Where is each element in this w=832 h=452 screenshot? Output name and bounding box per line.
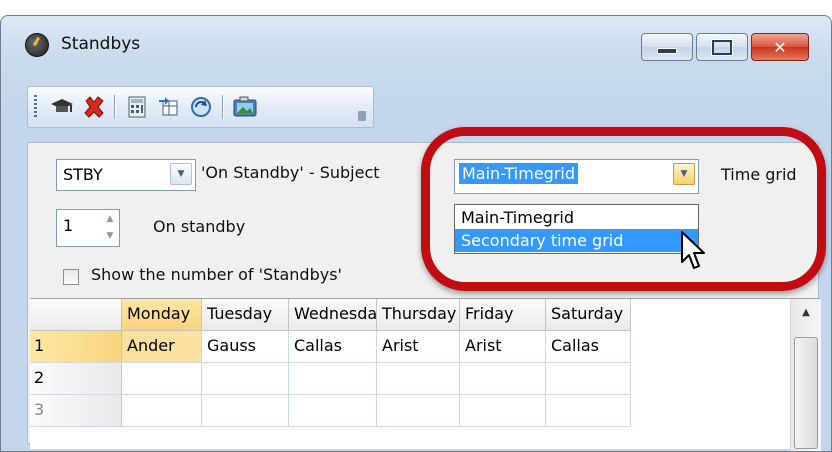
timegrid-combo[interactable]: Main-Timegrid ▼ [454,159,699,194]
timegrid-value: Main-Timegrid [459,163,578,184]
grid-cell[interactable]: Ander [122,331,202,363]
chevron-down-icon[interactable]: ▼ [673,163,695,185]
grid-cell[interactable]: Gauss [202,331,289,363]
column-header[interactable]: Friday [460,299,546,331]
column-header[interactable]: Tuesday [202,299,289,331]
graduation-cap-icon[interactable] [48,93,76,121]
grid-cell[interactable] [546,363,631,395]
calculator-icon[interactable] [123,93,151,121]
grid-cell[interactable] [546,395,631,427]
close-button[interactable]: ✕ [751,33,809,61]
refresh-icon[interactable] [187,93,215,121]
show-count-label: Show the number of 'Standbys' [91,265,342,284]
grid-cell[interactable] [202,363,289,395]
timegrid-dropdown-list: Main-Timegrid Secondary time grid [454,204,699,254]
column-header[interactable]: Monday [122,299,202,331]
grid-cell[interactable]: Arist [460,331,546,363]
grid-cell[interactable]: Arist [377,331,460,363]
chevron-down-icon[interactable]: ▼ [170,163,192,185]
grid-corner [30,299,122,331]
on-standby-label: On standby [153,217,246,236]
show-count-checkbox[interactable] [63,269,79,285]
spin-up-icon[interactable]: ▲ [102,211,118,227]
image-icon[interactable] [231,93,259,121]
column-header[interactable]: Wednesday [289,299,377,331]
toolbar-separator [114,95,116,119]
grid-cell[interactable] [122,363,202,395]
row-header[interactable]: 2 [30,363,122,395]
timegrid-option-highlighted[interactable]: Secondary time grid [455,229,698,252]
table-transfer-icon[interactable] [155,93,183,121]
close-icon: ✕ [773,37,787,57]
window-title: Standbys [61,34,141,54]
maximize-icon [697,34,747,60]
standby-grid: Monday Tuesday Wednesday Thursday Friday… [30,298,821,451]
grid-cell[interactable] [289,395,377,427]
title-bar[interactable]: Standbys ✕ [1,16,831,61]
vertical-scrollbar[interactable]: ▲ [790,299,821,451]
grid-cell[interactable]: Callas [289,331,377,363]
mouse-cursor-icon [681,231,705,269]
grid-cell[interactable] [289,363,377,395]
clock-icon [25,33,49,57]
column-header[interactable]: Thursday [377,299,460,331]
on-standby-stepper[interactable]: 1 ▲ ▼ [56,209,120,247]
maximize-button[interactable] [696,33,748,61]
subject-label: 'On Standby' - Subject [201,163,380,182]
grid-cell[interactable] [377,363,460,395]
scrollbar-thumb[interactable] [794,337,818,449]
toolbar [27,86,374,128]
spin-down-icon[interactable]: ▼ [102,228,118,244]
toolbar-grip[interactable] [34,95,37,119]
timegrid-label: Time grid [721,165,797,184]
minimize-button[interactable] [641,33,693,61]
grid-cell[interactable] [122,395,202,427]
minimize-icon [642,34,692,60]
grid-cell[interactable] [202,395,289,427]
timegrid-option[interactable]: Main-Timegrid [455,206,698,229]
subject-combo[interactable]: STBY ▼ [56,159,196,191]
row-header[interactable]: 3 [30,395,122,427]
on-standby-value: 1 [63,216,74,235]
scroll-up-icon[interactable]: ▲ [791,307,821,318]
column-header[interactable]: Saturday [546,299,631,331]
grid-cell[interactable] [460,363,546,395]
subject-value: STBY [63,165,103,184]
delete-icon[interactable] [80,93,108,121]
grid-cell[interactable]: Callas [546,331,631,363]
toolbar-separator [222,95,224,119]
grid-cell[interactable] [460,395,546,427]
toolbar-overflow-button[interactable] [358,111,366,121]
grid-cell[interactable] [377,395,460,427]
row-header[interactable]: 1 [30,331,122,363]
